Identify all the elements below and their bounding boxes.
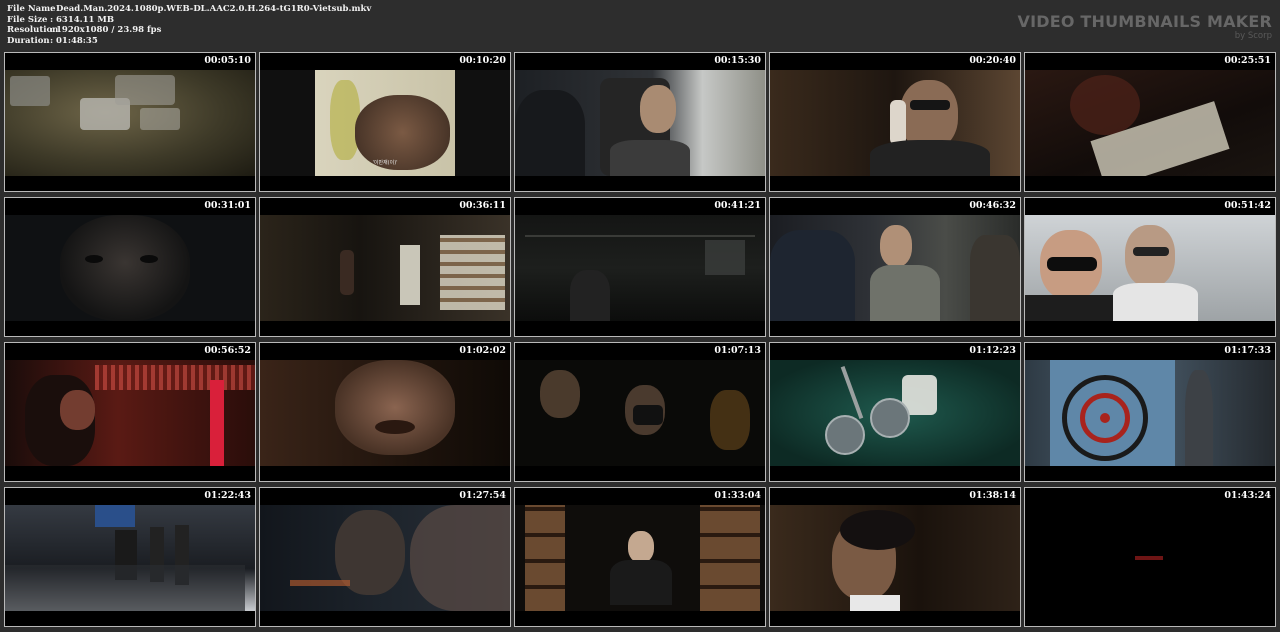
info-key: File Name — [7, 4, 56, 14]
timestamp: 01:27:54 — [459, 490, 506, 501]
video-frame — [5, 215, 255, 321]
timestamp: 01:07:13 — [714, 345, 761, 356]
info-row-resolution: Resolution : 1920x1080 / 23.98 fps — [7, 25, 371, 36]
thumbnail-grid: 00:05:10 '이만재(이)' 00:10:20 00:15:30 00:2… — [4, 52, 1276, 629]
video-frame — [515, 70, 765, 176]
info-key: File Size — [7, 14, 48, 25]
timestamp: 00:15:30 — [714, 55, 761, 66]
thumbnail-1[interactable]: 00:05:10 — [4, 52, 256, 192]
video-frame — [260, 360, 510, 466]
timestamp: 00:41:21 — [714, 200, 761, 211]
video-frame — [770, 505, 1020, 611]
info-row-duration: Duration : 01:48:35 — [7, 36, 371, 47]
thumbnail-6[interactable]: 00:31:01 — [4, 197, 256, 337]
timestamp: 00:56:52 — [204, 345, 251, 356]
file-info-panel: File Name : Dead.Man.2024.1080p.WEB-DL.A… — [7, 4, 371, 46]
thumbnail-9[interactable]: 00:46:32 — [769, 197, 1021, 337]
video-frame — [1025, 70, 1275, 176]
video-frame — [515, 505, 765, 611]
video-frame — [1025, 505, 1275, 611]
timestamp: 00:10:20 — [459, 55, 506, 66]
thumbnail-4[interactable]: 00:20:40 — [769, 52, 1021, 192]
video-frame — [5, 505, 255, 611]
video-frame — [5, 360, 255, 466]
video-frame — [515, 215, 765, 321]
info-value-file-name: Dead.Man.2024.1080p.WEB-DL.AAC2.0.H.264-… — [56, 4, 372, 14]
timestamp: 01:33:04 — [714, 490, 761, 501]
timestamp: 01:38:14 — [969, 490, 1016, 501]
timestamp: 00:05:10 — [204, 55, 251, 66]
thumbnail-12[interactable]: 01:02:02 — [259, 342, 511, 482]
video-frame — [260, 215, 510, 321]
thumbnail-13[interactable]: 01:07:13 — [514, 342, 766, 482]
timestamp: 01:12:23 — [969, 345, 1016, 356]
info-row-file-size: File Size : 6314.11 MB — [7, 15, 371, 26]
thumbnail-18[interactable]: 01:33:04 — [514, 487, 766, 627]
thumbnail-2[interactable]: '이만재(이)' 00:10:20 — [259, 52, 511, 192]
video-frame — [1025, 215, 1275, 321]
timestamp: 01:02:02 — [459, 345, 506, 356]
video-frame — [770, 215, 1020, 321]
thumbnail-17[interactable]: 01:27:54 — [259, 487, 511, 627]
info-row-file-name: File Name : Dead.Man.2024.1080p.WEB-DL.A… — [7, 4, 371, 15]
thumbnail-15[interactable]: 01:17:33 — [1024, 342, 1276, 482]
info-value-file-size: 6314.11 MB — [56, 14, 114, 25]
brand-watermark: VIDEO THUMBNAILS MAKER by Scorp — [1017, 12, 1272, 42]
info-value-resolution: 1920x1080 / 23.98 fps — [56, 25, 162, 35]
timestamp: 00:36:11 — [459, 200, 506, 211]
thumbnail-10[interactable]: 00:51:42 — [1024, 197, 1276, 337]
timestamp: 00:46:32 — [969, 200, 1016, 211]
video-frame — [1025, 360, 1275, 466]
video-frame: '이만재(이)' — [260, 70, 510, 176]
timestamp: 01:17:33 — [1224, 345, 1271, 356]
video-frame — [260, 505, 510, 611]
thumbnail-3[interactable]: 00:15:30 — [514, 52, 766, 192]
video-frame — [515, 360, 765, 466]
timestamp: 01:22:43 — [204, 490, 251, 501]
info-key: Resolution — [7, 25, 59, 35]
video-frame — [5, 70, 255, 176]
thumbnail-7[interactable]: 00:36:11 — [259, 197, 511, 337]
thumbnail-5[interactable]: 00:25:51 — [1024, 52, 1276, 192]
video-frame — [770, 70, 1020, 176]
timestamp: 00:31:01 — [204, 200, 251, 211]
brand-title: VIDEO THUMBNAILS MAKER — [1017, 12, 1272, 31]
thumbnail-19[interactable]: 01:38:14 — [769, 487, 1021, 627]
brand-subtitle: by Scorp — [1234, 31, 1272, 41]
timestamp: 01:43:24 — [1224, 490, 1271, 501]
subtitle-text: '이만재(이)' — [372, 160, 398, 166]
timestamp: 00:20:40 — [969, 55, 1016, 66]
info-value-duration: 01:48:35 — [56, 35, 98, 46]
info-key: Duration — [7, 35, 50, 46]
timestamp: 00:51:42 — [1224, 200, 1271, 211]
thumbnail-16[interactable]: 01:22:43 — [4, 487, 256, 627]
thumbnail-11[interactable]: 00:56:52 — [4, 342, 256, 482]
thumbnail-20[interactable]: 01:43:24 — [1024, 487, 1276, 627]
thumbnail-8[interactable]: 00:41:21 — [514, 197, 766, 337]
video-frame — [770, 360, 1020, 466]
thumbnail-14[interactable]: 01:12:23 — [769, 342, 1021, 482]
timestamp: 00:25:51 — [1224, 55, 1271, 66]
